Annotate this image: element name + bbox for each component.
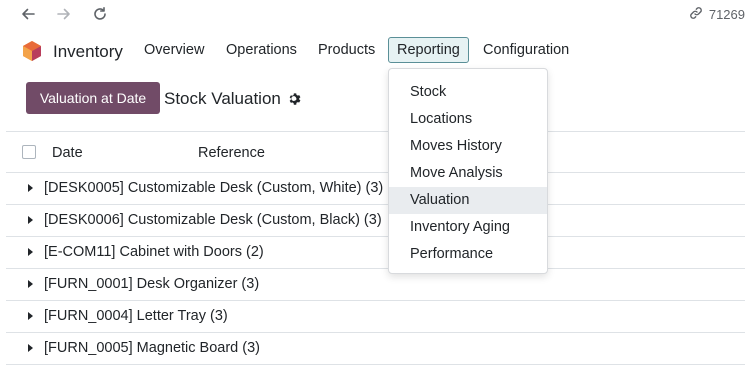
menu-products[interactable]: Products	[318, 42, 375, 58]
forward-arrow-icon[interactable]	[53, 3, 75, 25]
group-row[interactable]: [FURN_0005] Magnetic Board (3)	[6, 333, 745, 365]
group-label: [FURN_0001] Desk Organizer (3)	[44, 276, 260, 292]
caret-right-icon	[28, 248, 33, 256]
url-text: 71269	[708, 6, 745, 22]
menu-configuration[interactable]: Configuration	[483, 42, 569, 58]
group-row[interactable]: [FURN_0004] Letter Tray (3)	[6, 301, 745, 333]
menu-item-locations[interactable]: Locations	[389, 106, 547, 133]
list-header: Date Reference	[6, 131, 745, 173]
reporting-dropdown-menu: Stock Locations Moves History Move Analy…	[388, 68, 548, 274]
menu-overview[interactable]: Overview	[144, 42, 204, 58]
select-all-checkbox[interactable]	[22, 145, 36, 159]
group-row[interactable]: [DESK0005] Customizable Desk (Custom, Wh…	[6, 173, 745, 205]
caret-right-icon	[28, 280, 33, 288]
group-row[interactable]: [DESK0006] Customizable Desk (Custom, Bl…	[6, 205, 745, 237]
group-row[interactable]: [E-COM11] Cabinet with Doors (2)	[6, 237, 745, 269]
menu-operations[interactable]: Operations	[226, 42, 297, 58]
group-label: [DESK0006] Customizable Desk (Custom, Bl…	[44, 212, 382, 228]
menu-item-moves-history[interactable]: Moves History	[389, 133, 547, 160]
menu-item-move-analysis[interactable]: Move Analysis	[389, 160, 547, 187]
menu-reporting[interactable]: Reporting	[388, 37, 469, 63]
reload-icon[interactable]	[89, 3, 111, 25]
caret-right-icon	[28, 216, 33, 224]
inventory-logo-icon[interactable]	[22, 40, 42, 62]
menu-item-valuation[interactable]: Valuation	[389, 187, 547, 214]
group-label: [DESK0005] Customizable Desk (Custom, Wh…	[44, 180, 384, 196]
caret-right-icon	[28, 312, 33, 320]
group-row[interactable]: [FURN_0001] Desk Organizer (3)	[6, 269, 745, 301]
link-icon	[689, 6, 703, 23]
browser-toolbar: 71269	[0, 0, 745, 28]
column-header-reference[interactable]: Reference	[198, 145, 265, 161]
group-label: [FURN_0004] Letter Tray (3)	[44, 308, 228, 324]
group-label: [E-COM11] Cabinet with Doors (2)	[44, 244, 264, 260]
menu-item-inventory-aging[interactable]: Inventory Aging	[389, 214, 547, 241]
back-arrow-icon[interactable]	[17, 3, 39, 25]
caret-right-icon	[28, 184, 33, 192]
valuation-at-date-button[interactable]: Valuation at Date	[26, 82, 160, 114]
menu-item-stock[interactable]: Stock	[389, 79, 547, 106]
caret-right-icon	[28, 344, 33, 352]
app-navbar: Inventory Overview Operations Products R…	[0, 32, 745, 70]
group-label: [FURN_0005] Magnetic Board (3)	[44, 340, 260, 356]
app-name[interactable]: Inventory	[53, 42, 123, 62]
page-title: Stock Valuation	[164, 89, 281, 108]
menu-item-performance[interactable]: Performance	[389, 241, 547, 268]
gear-icon[interactable]	[288, 92, 302, 106]
column-header-date[interactable]: Date	[52, 145, 83, 161]
address-bar[interactable]: 71269	[689, 4, 745, 24]
